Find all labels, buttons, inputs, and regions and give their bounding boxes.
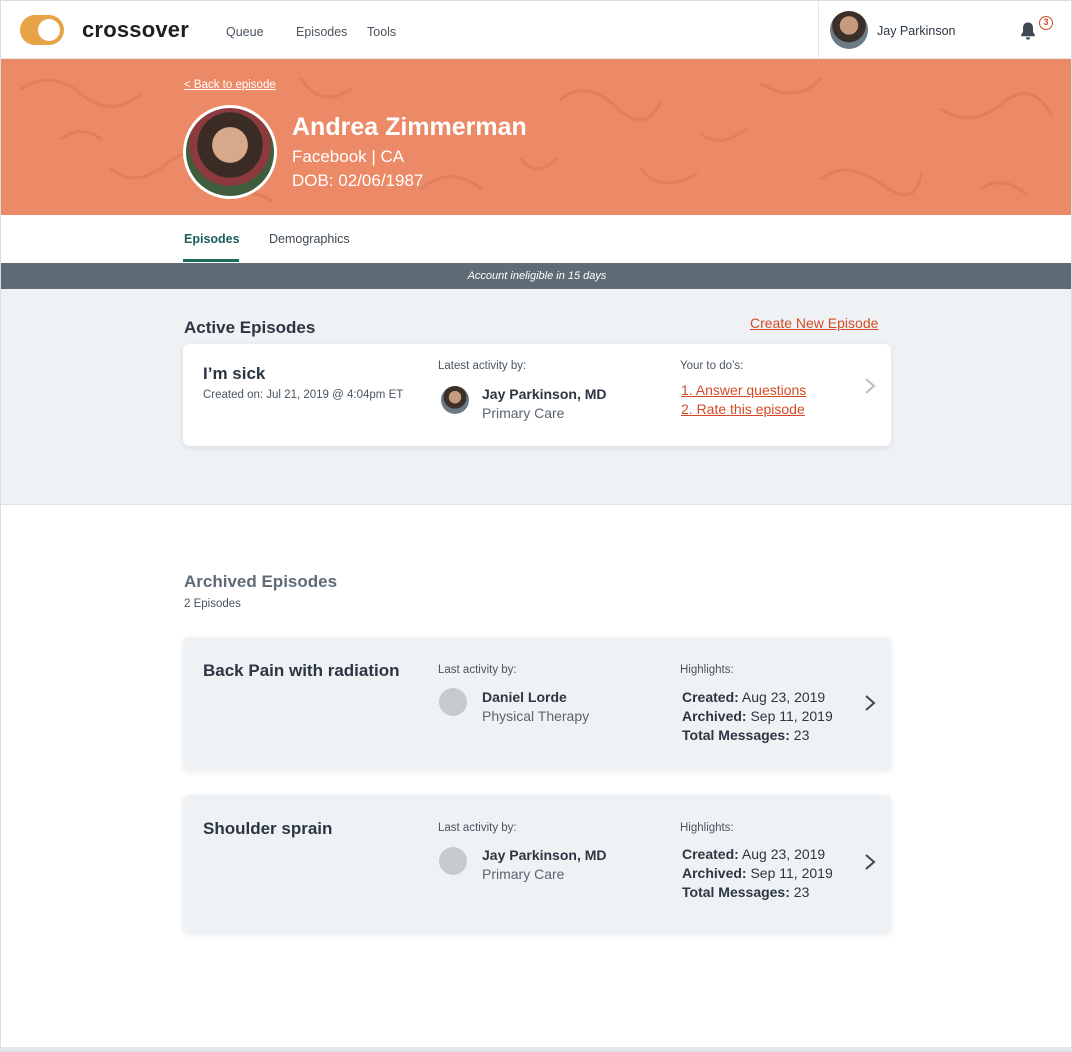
create-new-episode-link[interactable]: Create New Episode — [750, 315, 878, 331]
tab-demographics[interactable]: Demographics — [269, 232, 350, 246]
episode-title: Back Pain with radiation — [203, 661, 400, 680]
archived-episode-card[interactable]: Back Pain with radiation Last activity b… — [183, 637, 891, 770]
hero-pattern — [19, 77, 1053, 203]
logo-toggle-icon[interactable] — [20, 15, 64, 45]
activity-name: Jay Parkinson, MD — [482, 847, 607, 863]
highlight-created: Created: Aug 23, 2019 — [682, 689, 826, 705]
logo-wordmark[interactable]: crossover — [82, 17, 189, 43]
nav-queue[interactable]: Queue — [226, 25, 264, 39]
patient-name: Andrea Zimmerman — [292, 113, 527, 141]
user-name[interactable]: Jay Parkinson — [877, 24, 956, 38]
app-frame: crossover Queue Episodes Tools Jay Parki… — [0, 0, 1072, 1052]
highlight-created: Created: Aug 23, 2019 — [682, 846, 826, 862]
activity-role: Primary Care — [482, 866, 565, 882]
tab-episodes[interactable]: Episodes — [184, 232, 240, 246]
activity-label: Latest activity by: — [438, 360, 527, 372]
archived-episodes-count: 2 Episodes — [184, 598, 241, 610]
bottom-divider — [1, 1047, 1071, 1051]
todo-label: Your to do’s: — [680, 360, 744, 372]
patient-dob: DOB: 02/06/1987 — [292, 171, 424, 190]
nav-tools[interactable]: Tools — [367, 25, 396, 39]
active-episodes-title: Active Episodes — [184, 318, 316, 337]
bell-icon[interactable] — [1019, 21, 1037, 41]
activity-avatar — [439, 688, 467, 716]
activity-role: Primary Care — [482, 405, 565, 421]
eligibility-banner: Account ineligible in 15 days — [1, 263, 1071, 289]
activity-label: Last activity by: — [438, 822, 517, 834]
episode-title: Shoulder sprain — [203, 819, 333, 838]
active-episodes-section: Active Episodes Create New Episode I’m s… — [1, 289, 1071, 505]
highlight-archived: Archived: Sep 11, 2019 — [682, 708, 833, 724]
activity-avatar — [441, 386, 469, 414]
chevron-right-icon[interactable] — [864, 377, 876, 395]
highlight-total-messages: Total Messages: 23 — [682, 727, 810, 743]
highlight-archived: Archived: Sep 11, 2019 — [682, 865, 833, 881]
nav-episodes[interactable]: Episodes — [296, 25, 347, 39]
activity-avatar — [439, 847, 467, 875]
activity-label: Last activity by: — [438, 664, 517, 676]
episode-title: I’m sick — [203, 364, 266, 383]
patient-avatar — [183, 105, 277, 199]
todo-rate-episode-link[interactable]: 2. Rate this episode — [681, 401, 805, 417]
patient-org: Facebook | CA — [292, 147, 405, 166]
todo-answer-questions-link[interactable]: 1. Answer questions — [681, 382, 806, 398]
archived-episodes-title: Archived Episodes — [184, 572, 338, 591]
user-menu[interactable]: Jay Parkinson 3 — [818, 1, 1071, 59]
activity-name: Daniel Lorde — [482, 689, 567, 705]
patient-tabs: Episodes Demographics — [1, 215, 1071, 263]
back-to-episode-link[interactable]: < Back to episode — [184, 79, 276, 91]
chevron-right-icon[interactable] — [864, 853, 876, 871]
active-episode-card[interactable]: I’m sick Created on: Jul 21, 2019 @ 4:04… — [183, 344, 891, 446]
archived-episode-card[interactable]: Shoulder sprain Last activity by: Jay Pa… — [183, 795, 891, 933]
activity-name: Jay Parkinson, MD — [482, 386, 607, 402]
highlights-label: Highlights: — [680, 822, 734, 834]
highlight-total-messages: Total Messages: 23 — [682, 884, 810, 900]
patient-header: < Back to episode Andrea Zimmerman Faceb… — [1, 59, 1071, 215]
activity-role: Physical Therapy — [482, 708, 590, 724]
top-nav: crossover Queue Episodes Tools Jay Parki… — [1, 1, 1071, 59]
tab-active-indicator — [183, 259, 239, 262]
episode-created: Created on: Jul 21, 2019 @ 4:04pm ET — [203, 389, 404, 401]
chevron-right-icon[interactable] — [864, 694, 876, 712]
user-avatar[interactable] — [830, 11, 868, 49]
notification-badge[interactable]: 3 — [1039, 16, 1053, 30]
highlights-label: Highlights: — [680, 664, 734, 676]
